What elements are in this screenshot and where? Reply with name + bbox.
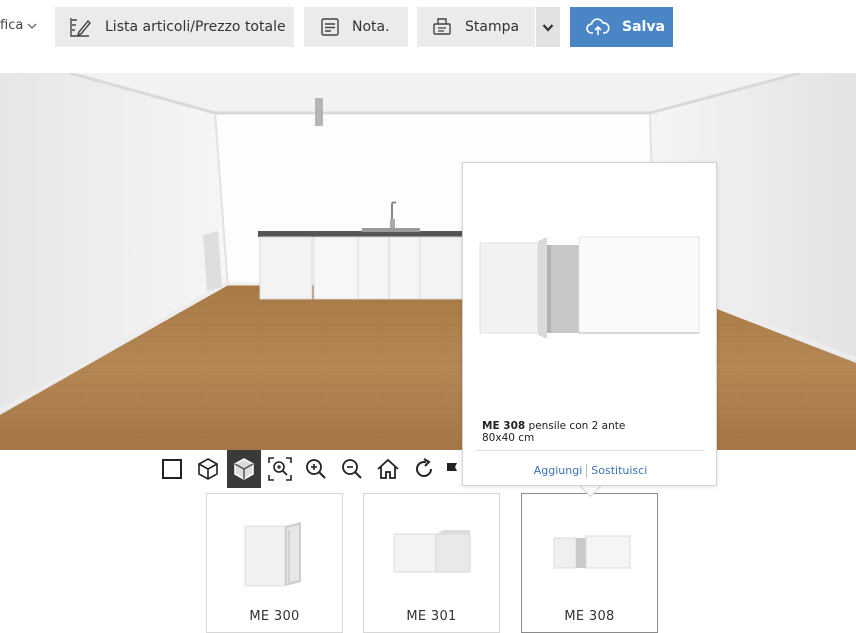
3d-solid-button[interactable] — [227, 450, 261, 488]
product-card-me308[interactable]: ME 308 — [521, 493, 658, 633]
product-card-me301[interactable]: ME 301 — [363, 493, 500, 633]
product-code: ME 308 — [482, 420, 526, 432]
print-icon — [433, 18, 451, 35]
modifica-dropdown[interactable]: fica — [0, 18, 37, 33]
save-label: Salva — [622, 19, 665, 35]
zoom-out-icon — [342, 459, 362, 479]
note-button[interactable]: Nota. — [304, 7, 408, 47]
view-controls-bar — [155, 450, 475, 488]
product-name: ME 300 — [249, 609, 300, 624]
replace-button[interactable]: Sostituisci — [591, 464, 647, 477]
home-view-button[interactable] — [371, 450, 405, 488]
cabinet-thumbnail — [393, 530, 471, 573]
flag-icon — [447, 463, 457, 471]
3d-solid-icon — [234, 458, 254, 480]
zoom-fit-icon — [268, 457, 292, 481]
print-button[interactable]: Stampa — [417, 7, 535, 47]
zoom-in-icon — [306, 459, 326, 479]
item-list-button[interactable]: Lista articoli/Prezzo totale — [55, 7, 294, 47]
3d-room-viewport[interactable] — [0, 73, 856, 450]
zoom-out-button[interactable] — [335, 450, 369, 488]
flag-button[interactable] — [443, 450, 461, 488]
add-button[interactable]: Aggiungi — [534, 464, 583, 477]
product-name: ME 301 — [406, 609, 457, 624]
note-icon — [321, 18, 339, 36]
rotate-button[interactable] — [407, 450, 441, 488]
item-list-label: Lista articoli/Prezzo totale — [105, 19, 286, 35]
product-detail-popup: ME 308 pensile con 2 ante 80x40 cm Aggiu… — [462, 162, 717, 486]
cabinet-thumbnail — [244, 522, 301, 587]
product-dimensions: 80x40 cm — [482, 432, 535, 444]
top-toolbar: fica Lista articoli/Prezzo totale Nota. … — [0, 0, 856, 70]
product-card-me300[interactable]: ME 300 — [206, 493, 343, 633]
home-icon — [377, 458, 399, 479]
note-label: Nota. — [352, 19, 390, 35]
product-description: ME 308 pensile con 2 ante 80x40 cm — [482, 420, 625, 444]
modifica-label: fica — [0, 18, 24, 33]
print-options-button[interactable] — [536, 7, 560, 47]
room-render — [0, 73, 856, 450]
popup-actions: Aggiungi Sostituisci — [463, 464, 718, 478]
zoom-in-button[interactable] — [299, 450, 333, 488]
3d-wireframe-button[interactable] — [191, 450, 225, 488]
zoom-fit-button[interactable] — [263, 450, 297, 488]
rotate-icon — [416, 458, 432, 477]
product-name: ME 308 — [564, 609, 615, 624]
2d-view-icon — [162, 459, 182, 479]
chevron-down-icon — [542, 23, 554, 32]
save-button[interactable]: Salva — [570, 7, 673, 47]
cabinet-thumbnail — [553, 535, 631, 569]
action-separator — [586, 464, 588, 478]
popup-divider — [475, 450, 705, 451]
3d-wireframe-icon — [198, 458, 218, 480]
edit-list-icon — [70, 18, 91, 37]
print-label: Stampa — [465, 19, 520, 35]
2d-view-button[interactable] — [155, 450, 189, 488]
chevron-down-icon — [27, 23, 37, 29]
product-type: pensile con 2 ante — [528, 420, 626, 432]
cloud-upload-icon — [586, 18, 610, 35]
product-image — [479, 236, 700, 339]
